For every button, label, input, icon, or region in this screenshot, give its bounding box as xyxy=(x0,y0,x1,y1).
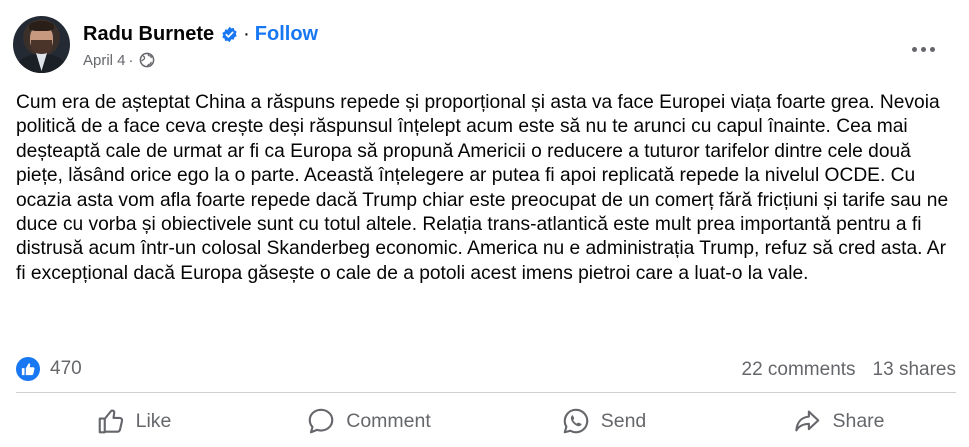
reaction-summary[interactable]: 470 xyxy=(16,357,82,381)
author-name[interactable]: Radu Burnete xyxy=(83,23,214,46)
reaction-count: 470 xyxy=(50,358,82,379)
post-header: Radu Burnete · Follow April 4 · xyxy=(13,16,953,74)
thumbs-up-icon xyxy=(16,357,40,381)
post-stats: 470 22 comments 13 shares xyxy=(16,355,956,383)
follow-button[interactable]: Follow xyxy=(255,23,318,46)
author-row: Radu Burnete · Follow xyxy=(83,22,318,46)
action-bar: Like Comment Send Share xyxy=(16,398,956,444)
comments-count[interactable]: 22 comments xyxy=(742,359,856,381)
like-label: Like xyxy=(135,409,172,432)
comment-label: Comment xyxy=(346,409,431,432)
like-icon xyxy=(98,409,123,434)
separator-dot: · xyxy=(128,51,134,69)
shares-count[interactable]: 13 shares xyxy=(873,359,956,381)
separator-dot: · xyxy=(243,22,250,45)
whatsapp-icon xyxy=(563,408,588,434)
verified-badge-icon xyxy=(222,26,237,42)
comment-icon xyxy=(308,408,334,434)
divider xyxy=(16,392,956,393)
like-button[interactable]: Like xyxy=(16,398,251,444)
author-avatar[interactable] xyxy=(13,16,70,73)
comment-button[interactable]: Comment xyxy=(251,398,486,444)
post-date[interactable]: April 4 xyxy=(83,52,126,69)
share-icon xyxy=(795,410,820,432)
engagement-counts: 22 comments 13 shares xyxy=(742,359,957,381)
post-body: Cum era de așteptat China a răspuns repe… xyxy=(16,92,949,284)
more-options-icon[interactable] xyxy=(906,38,940,60)
send-button[interactable]: Send xyxy=(486,398,721,444)
send-label: Send xyxy=(600,409,647,432)
post-meta: April 4 · xyxy=(83,51,155,69)
share-label: Share xyxy=(832,409,885,432)
share-button[interactable]: Share xyxy=(721,398,956,444)
globe-icon[interactable] xyxy=(139,52,155,68)
post-card: Radu Burnete · Follow April 4 · Cum era … xyxy=(0,0,969,447)
